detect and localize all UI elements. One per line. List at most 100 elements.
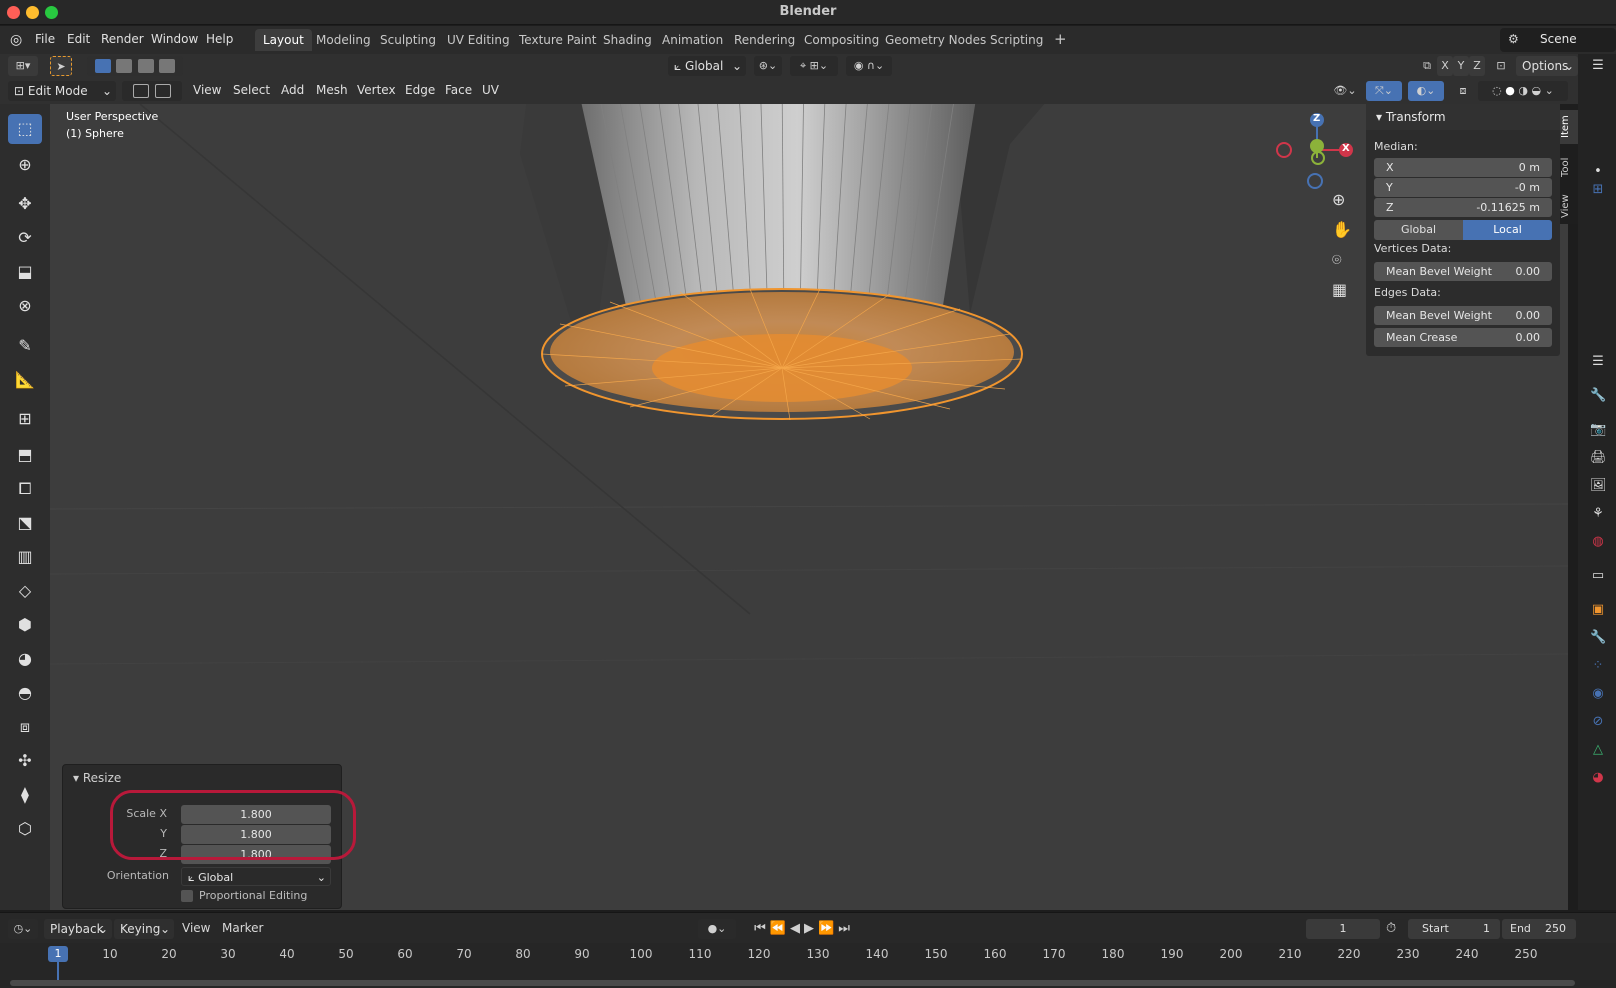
- timeline-ruler[interactable]: 1 10 20 30 40 50 60 70 80 90 100 110 120…: [0, 943, 1616, 988]
- pivot-point-dropdown[interactable]: ⊛⌄: [754, 56, 782, 76]
- tab-scripting[interactable]: Scripting: [982, 29, 1051, 51]
- vertex-select-icon[interactable]: [133, 84, 150, 98]
- menu-select[interactable]: Select: [233, 83, 270, 97]
- mean-crease-field[interactable]: Mean Crease 0.00: [1374, 328, 1552, 347]
- move-tool-icon[interactable]: ✥: [8, 189, 42, 219]
- auto-merge-icon[interactable]: ⊡: [1492, 56, 1510, 76]
- menu-add[interactable]: Add: [281, 83, 304, 97]
- menu-view[interactable]: View: [193, 83, 221, 97]
- output-icon[interactable]: 🖨: [1590, 450, 1607, 466]
- gizmo-toggle[interactable]: ⤧⌄: [1366, 81, 1402, 101]
- inset-tool-icon[interactable]: ⧠: [8, 474, 42, 504]
- blender-logo-icon[interactable]: ◎: [10, 32, 26, 48]
- timeline-marker-menu[interactable]: Marker: [222, 921, 263, 935]
- edge-bevel-weight-field[interactable]: Mean Bevel Weight 0.00: [1374, 306, 1552, 325]
- prev-keyframe-icon[interactable]: ⏪: [770, 921, 790, 936]
- orientation-dropdown[interactable]: ⟀ Global ⌄: [181, 867, 331, 886]
- tab-layout[interactable]: Layout: [255, 29, 312, 51]
- local-space-button[interactable]: Local: [1463, 220, 1552, 240]
- tab-texture-paint[interactable]: Texture Paint: [511, 29, 604, 51]
- wireframe-shading-icon[interactable]: ◌: [1492, 84, 1502, 97]
- tab-geometry-nodes[interactable]: Geometry Nodes: [877, 29, 994, 51]
- spin-tool-icon[interactable]: ◕: [8, 644, 42, 674]
- smooth-tool-icon[interactable]: ◓: [8, 678, 42, 708]
- auto-keying-toggle[interactable]: ●⌄: [698, 919, 736, 939]
- tab-item[interactable]: Item: [1560, 110, 1578, 144]
- mesh-data-icon[interactable]: ⊞: [1590, 182, 1606, 198]
- start-frame-field[interactable]: Start 1: [1408, 919, 1500, 939]
- tab-rendering[interactable]: Rendering: [726, 29, 803, 51]
- selection-mode-group[interactable]: [87, 56, 183, 93]
- poly-build-tool-icon[interactable]: ⬢: [8, 610, 42, 640]
- object-properties-icon[interactable]: ▣: [1590, 602, 1606, 618]
- tab-uv-editing[interactable]: UV Editing: [439, 29, 518, 51]
- select-tool-icon[interactable]: ➤: [50, 56, 72, 76]
- select-box-tool-icon[interactable]: ⬚: [8, 114, 42, 144]
- transform-orientation-dropdown[interactable]: ⟀ Global ⌄: [668, 56, 746, 76]
- visibility-dropdown[interactable]: 👁⌄: [1330, 81, 1360, 101]
- hand-pan-icon[interactable]: ✋: [1332, 220, 1352, 239]
- transform-tool-icon[interactable]: ⊗: [8, 291, 42, 321]
- scale-tool-icon[interactable]: ⬓: [8, 257, 42, 287]
- tab-tool[interactable]: Tool: [1560, 152, 1578, 182]
- extrude-tool-icon[interactable]: ⬒: [8, 440, 42, 470]
- overlay-toggle[interactable]: ◐⌄: [1408, 81, 1444, 101]
- add-workspace-button[interactable]: +: [1046, 29, 1075, 51]
- zoom-icon[interactable]: ⊕: [1332, 190, 1345, 209]
- shading-mode-group[interactable]: ◌ ● ◑ ◒ ⌄: [1478, 81, 1568, 101]
- tab-modeling[interactable]: Modeling: [308, 29, 379, 51]
- menu-edge[interactable]: Edge: [405, 83, 435, 97]
- menu-edit[interactable]: Edit: [67, 32, 90, 46]
- modifier-icon[interactable]: 🔧: [1590, 630, 1606, 646]
- chevron-down-icon[interactable]: ⌄: [1545, 84, 1554, 97]
- current-frame-field[interactable]: 1: [1306, 919, 1380, 939]
- annotate-tool-icon[interactable]: ✎: [8, 331, 42, 361]
- median-y-field[interactable]: Y -0 m: [1374, 178, 1552, 197]
- xray-toggle[interactable]: ⧈: [1454, 81, 1472, 101]
- tool-settings-icon[interactable]: 🔧: [1590, 388, 1606, 404]
- knife-tool-icon[interactable]: ◇: [8, 576, 42, 606]
- mode-extend-icon[interactable]: [116, 59, 133, 73]
- camera-icon[interactable]: ⌾: [1332, 250, 1342, 270]
- mirror-y-toggle[interactable]: Y: [1453, 56, 1469, 76]
- proportional-editing-toggle[interactable]: ◉ ∩⌄: [846, 56, 892, 76]
- collection-icon[interactable]: ▭: [1590, 568, 1606, 584]
- tab-view[interactable]: View: [1560, 190, 1578, 222]
- snap-toggle[interactable]: ⌖ ⊞⌄: [790, 56, 838, 76]
- timeline-scrollbar[interactable]: [10, 980, 1575, 986]
- outliner-icon[interactable]: ☰: [1590, 58, 1606, 74]
- edge-select-icon[interactable]: [154, 84, 171, 98]
- playback-menu[interactable]: Playback ⌄: [44, 919, 112, 939]
- mirror-z-toggle[interactable]: Z: [1469, 56, 1485, 76]
- bevel-tool-icon[interactable]: ⬔: [8, 508, 42, 538]
- mode-invert-icon[interactable]: [159, 59, 176, 73]
- tab-shading[interactable]: Shading: [595, 29, 660, 51]
- shrink-fatten-tool-icon[interactable]: ✣: [8, 746, 42, 776]
- material-shading-icon[interactable]: ◑: [1518, 84, 1528, 97]
- particles-icon[interactable]: ⁘: [1590, 658, 1606, 674]
- jump-end-icon[interactable]: ⏭: [838, 921, 854, 936]
- shear-tool-icon[interactable]: ⧫: [8, 780, 42, 810]
- solid-shading-icon[interactable]: ●: [1505, 84, 1515, 97]
- global-space-button[interactable]: Global: [1374, 220, 1463, 240]
- loop-cut-tool-icon[interactable]: ▥: [8, 542, 42, 572]
- keying-menu[interactable]: Keying ⌄: [114, 919, 174, 939]
- rotate-tool-icon[interactable]: ⟳: [8, 223, 42, 253]
- scene-properties-icon[interactable]: ⚘: [1590, 506, 1606, 522]
- select-mode-group[interactable]: [122, 81, 182, 118]
- object-data-icon[interactable]: △: [1590, 742, 1606, 758]
- redo-panel-title[interactable]: ▾ Resize: [73, 771, 121, 785]
- menu-uv[interactable]: UV: [482, 83, 499, 97]
- menu-face[interactable]: Face: [445, 83, 472, 97]
- grid-view-icon[interactable]: ▦: [1332, 280, 1347, 299]
- mode-dropdown[interactable]: ⊡ Edit Mode ⌄: [8, 81, 116, 101]
- timeline-editor-type-dropdown[interactable]: ◷⌄: [8, 919, 38, 939]
- rendered-shading-icon[interactable]: ◒: [1532, 84, 1542, 97]
- render-icon[interactable]: 📷: [1590, 422, 1606, 438]
- properties-editor-icon[interactable]: ☰: [1590, 354, 1606, 370]
- view-layer-icon[interactable]: 🖼: [1590, 478, 1607, 494]
- median-z-field[interactable]: Z -0.11625 m: [1374, 198, 1552, 217]
- material-icon[interactable]: ◕: [1590, 770, 1606, 786]
- menu-help[interactable]: Help: [206, 32, 233, 46]
- mode-new-icon[interactable]: [94, 59, 111, 73]
